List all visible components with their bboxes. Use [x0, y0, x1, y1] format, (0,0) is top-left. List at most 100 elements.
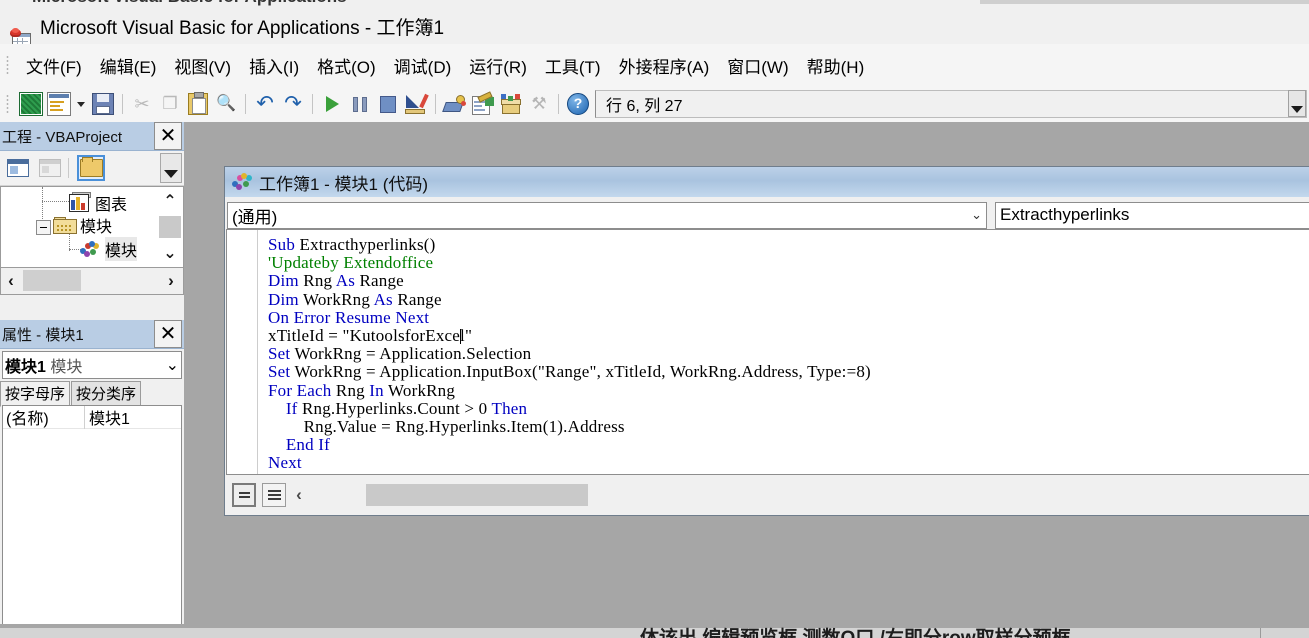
chevron-down-icon[interactable]: ⌄ [166, 355, 179, 375]
full-module-view-button[interactable] [262, 483, 286, 507]
help-icon[interactable]: ? [565, 91, 591, 117]
view-excel-icon[interactable] [18, 91, 44, 117]
code-token: If [286, 399, 298, 418]
menu-view[interactable]: 视图(V) [165, 50, 240, 81]
redo-icon[interactable]: ↷ [280, 91, 306, 117]
code-token: End If [286, 435, 330, 454]
menu-tools[interactable]: 工具(T) [536, 50, 610, 81]
tree-item-chart[interactable]: 图表 [69, 191, 127, 215]
tree-item-label: 模块 [105, 237, 137, 261]
table-row[interactable]: (名称) 模块1 [3, 406, 181, 429]
run-icon[interactable] [319, 91, 345, 117]
menu-edit[interactable]: 编辑(E) [91, 50, 166, 81]
pause-icon[interactable] [347, 91, 373, 117]
toolbar-separator [435, 94, 436, 114]
save-icon[interactable] [90, 91, 116, 117]
menu-addins[interactable]: 外接程序(A) [610, 50, 719, 81]
menu-insert[interactable]: 插入(I) [240, 50, 308, 81]
procedure-view-button[interactable] [232, 483, 256, 507]
cut-icon[interactable]: ✂ [129, 91, 155, 117]
property-key: (名称) [3, 405, 84, 429]
clipped-bottom-text: 体该出 编辑预览框 测数O口 /右即分row取样分预框 [640, 624, 1071, 638]
properties-object-combo[interactable]: 模块1 模块 ⌄ [2, 351, 182, 379]
tree-vertical-scrollbar[interactable]: ⌃ ⌄ [158, 188, 182, 266]
tab-categorized[interactable]: 按分类序 [71, 381, 141, 406]
project-explorer-icon[interactable] [442, 91, 468, 117]
scroll-left-icon[interactable]: ‹ [1, 269, 21, 293]
code-token: Rng.Hyperlinks.Count > 0 [298, 399, 492, 418]
code-line: Rng.Value = Rng.Hyperlinks.Item(1).Addre… [268, 418, 1309, 436]
property-value[interactable]: 模块1 [84, 405, 181, 429]
code-line: For Each Rng In WorkRng [268, 382, 1309, 400]
code-editor[interactable]: Sub Extracthyperlinks()'Updateby Extendo… [226, 229, 1309, 475]
toolbar-separator [122, 94, 123, 114]
design-mode-icon[interactable] [403, 91, 429, 117]
code-token: Set [268, 344, 290, 363]
procedure-combo-value: Extracthyperlinks [1000, 205, 1129, 225]
menu-window[interactable]: 窗口(W) [718, 50, 797, 81]
insert-userform-icon[interactable] [46, 91, 72, 117]
object-combo[interactable]: (通用) ⌄ [227, 202, 987, 229]
clipped-top-bar [980, 0, 1309, 4]
vba-workbook-icon [10, 15, 32, 37]
find-icon[interactable]: 🔍 [213, 91, 239, 117]
project-panel-dropdown-icon[interactable] [160, 153, 182, 183]
undo-icon[interactable]: ↶ [252, 91, 278, 117]
code-horizontal-scrollbar[interactable]: ‹ [288, 483, 1309, 507]
tree-expander-minus-icon[interactable] [36, 220, 51, 235]
chart-sheet-icon [69, 194, 89, 212]
scroll-right-icon[interactable]: › [161, 269, 181, 293]
project-panel-toolbar [0, 151, 184, 186]
code-token: Dim [268, 290, 299, 309]
scrollbar-thumb[interactable] [366, 484, 588, 506]
code-line: Set WorkRng = Application.InputBox("Rang… [268, 363, 1309, 381]
close-icon[interactable]: ✕ [154, 320, 182, 348]
code-window-title-bar[interactable]: 工作簿1 - 模块1 (代码) [225, 167, 1309, 197]
stop-icon[interactable] [375, 91, 401, 117]
chevron-down-icon[interactable]: ⌄ [971, 207, 982, 223]
toolbar-separator [312, 94, 313, 114]
scrollbar-thumb[interactable] [159, 216, 181, 238]
copy-icon[interactable]: ❐ [157, 91, 183, 117]
properties-grid[interactable]: (名称) 模块1 [2, 405, 182, 634]
code-line: Set WorkRng = Application.Selection [268, 345, 1309, 363]
toolbox-icon[interactable]: ⚒ [526, 91, 552, 117]
menu-file[interactable]: 文件(F) [17, 50, 91, 81]
menubar-gripper[interactable] [6, 55, 9, 75]
code-token: Rng [299, 271, 336, 290]
menu-debug[interactable]: 调试(D) [385, 50, 461, 81]
object-browser-icon[interactable] [498, 91, 524, 117]
code-token: In [369, 381, 384, 400]
code-text[interactable]: Sub Extracthyperlinks()'Updateby Extendo… [258, 230, 1309, 474]
paste-icon[interactable] [185, 91, 211, 117]
insert-dropdown-icon[interactable] [74, 91, 88, 117]
tree-horizontal-scrollbar[interactable]: ‹ › [0, 268, 184, 295]
toolbar-separator [245, 94, 246, 114]
dropdown-arrow-icon[interactable] [1288, 90, 1306, 117]
code-line: If Rng.Hyperlinks.Count > 0 Then [268, 400, 1309, 418]
menu-format[interactable]: 格式(O) [308, 50, 385, 81]
menu-help[interactable]: 帮助(H) [798, 50, 874, 81]
close-icon[interactable]: ✕ [154, 122, 182, 150]
menu-run[interactable]: 运行(R) [460, 50, 536, 81]
view-object-button[interactable] [36, 155, 64, 181]
scroll-left-icon[interactable]: ‹ [288, 483, 310, 507]
toolbar-separator [558, 94, 559, 114]
tree-item-module1[interactable]: 模块 [79, 237, 137, 261]
code-token: WorkRng [384, 381, 455, 400]
properties-window-icon[interactable] [470, 91, 496, 117]
procedure-combo[interactable]: Extracthyperlinks [995, 202, 1309, 229]
code-token: Dim [268, 271, 299, 290]
project-tree[interactable]: 图表 模块 [0, 186, 184, 268]
code-token: Next [268, 453, 302, 472]
scroll-up-icon[interactable]: ⌃ [163, 188, 176, 214]
view-code-button[interactable] [4, 155, 32, 181]
toolbar-gripper[interactable] [6, 94, 9, 114]
toggle-folders-button[interactable] [77, 155, 105, 181]
code-token [268, 399, 286, 418]
tab-alphabetic[interactable]: 按字母序 [0, 381, 70, 407]
scroll-down-icon[interactable]: ⌄ [163, 240, 176, 266]
scrollbar-thumb[interactable] [23, 270, 81, 291]
tree-item-modules-folder[interactable]: 模块 [53, 213, 112, 237]
position-status-box: 行 6, 列 27 [595, 90, 1307, 118]
